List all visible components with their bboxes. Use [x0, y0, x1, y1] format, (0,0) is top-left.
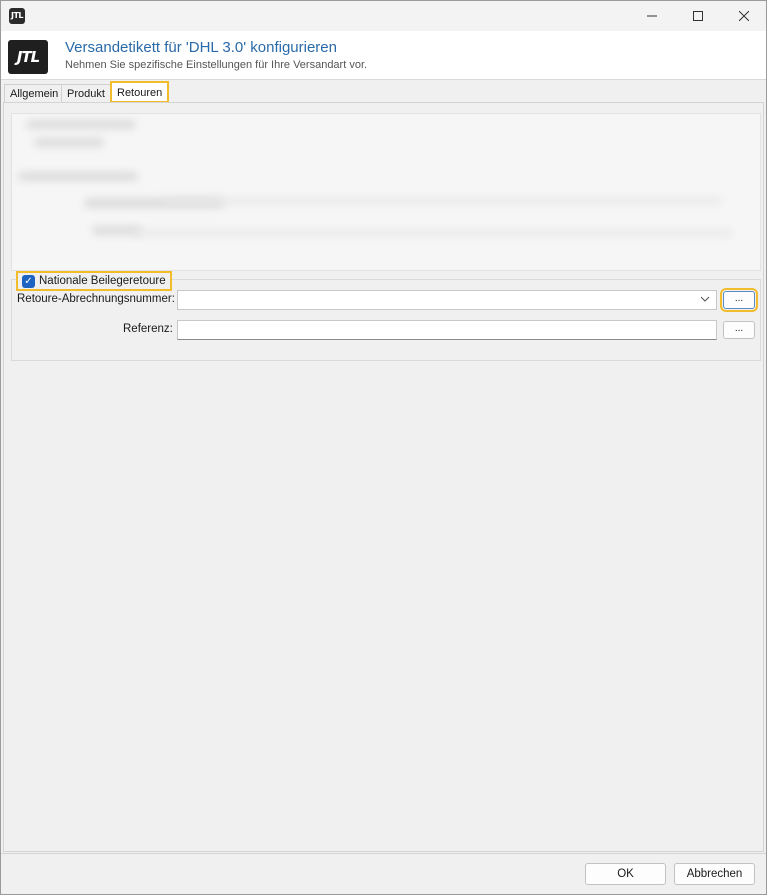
maximize-button[interactable]	[675, 1, 721, 31]
close-button[interactable]	[721, 1, 767, 31]
nationale-beilegeretoure-label: Nationale Beilegeretoure	[39, 275, 166, 287]
referenz-label: Referenz:	[123, 323, 173, 335]
nationale-beilegeretoure-checkbox[interactable]: ✓	[22, 274, 35, 288]
footer-divider	[1, 853, 766, 854]
close-icon	[739, 11, 749, 21]
abrechnungsnummer-browse-button[interactable]: ...	[720, 288, 758, 312]
maximize-icon	[693, 11, 703, 21]
chevron-down-icon	[700, 294, 710, 307]
nationale-beilegeretoure-toggle[interactable]: ✓ Nationale Beilegeretoure	[16, 271, 172, 291]
tab-allgemein[interactable]: Allgemein	[4, 84, 65, 103]
referenz-browse-button[interactable]: ...	[723, 321, 755, 339]
title-bar: JTL	[1, 1, 766, 31]
tab-retouren[interactable]: Retouren	[110, 81, 170, 103]
referenz-input[interactable]	[177, 320, 717, 340]
abrechnungsnummer-dropdown[interactable]	[177, 290, 717, 310]
cancel-button[interactable]: Abbrechen	[674, 863, 755, 885]
tab-produkt[interactable]: Produkt	[61, 84, 111, 103]
blurred-settings-area	[11, 113, 761, 271]
minimize-icon	[647, 15, 657, 17]
app-icon: JTL	[9, 8, 25, 24]
abrechnungsnummer-label: Retoure-Abrechnungsnummer:	[17, 293, 175, 305]
dialog-window: JTL JTL Versandetikett für 'DHL 3.0' kon…	[0, 0, 767, 895]
dialog-header: JTL Versandetikett für 'DHL 3.0' konfigu…	[1, 31, 766, 80]
dialog-title: Versandetikett für 'DHL 3.0' konfigurier…	[65, 39, 337, 56]
jtl-logo: JTL	[8, 40, 48, 74]
minimize-button[interactable]	[629, 1, 675, 31]
tab-strip: Allgemein Produkt Retouren	[1, 81, 766, 103]
dialog-subtitle: Nehmen Sie spezifische Einstellungen für…	[65, 59, 368, 71]
retouren-panel: ✓ Nationale Beilegeretoure Retoure-Abrec…	[3, 102, 764, 852]
ok-button[interactable]: OK	[585, 863, 666, 885]
nationale-beilegeretoure-group: ✓ Nationale Beilegeretoure Retoure-Abrec…	[11, 271, 761, 361]
